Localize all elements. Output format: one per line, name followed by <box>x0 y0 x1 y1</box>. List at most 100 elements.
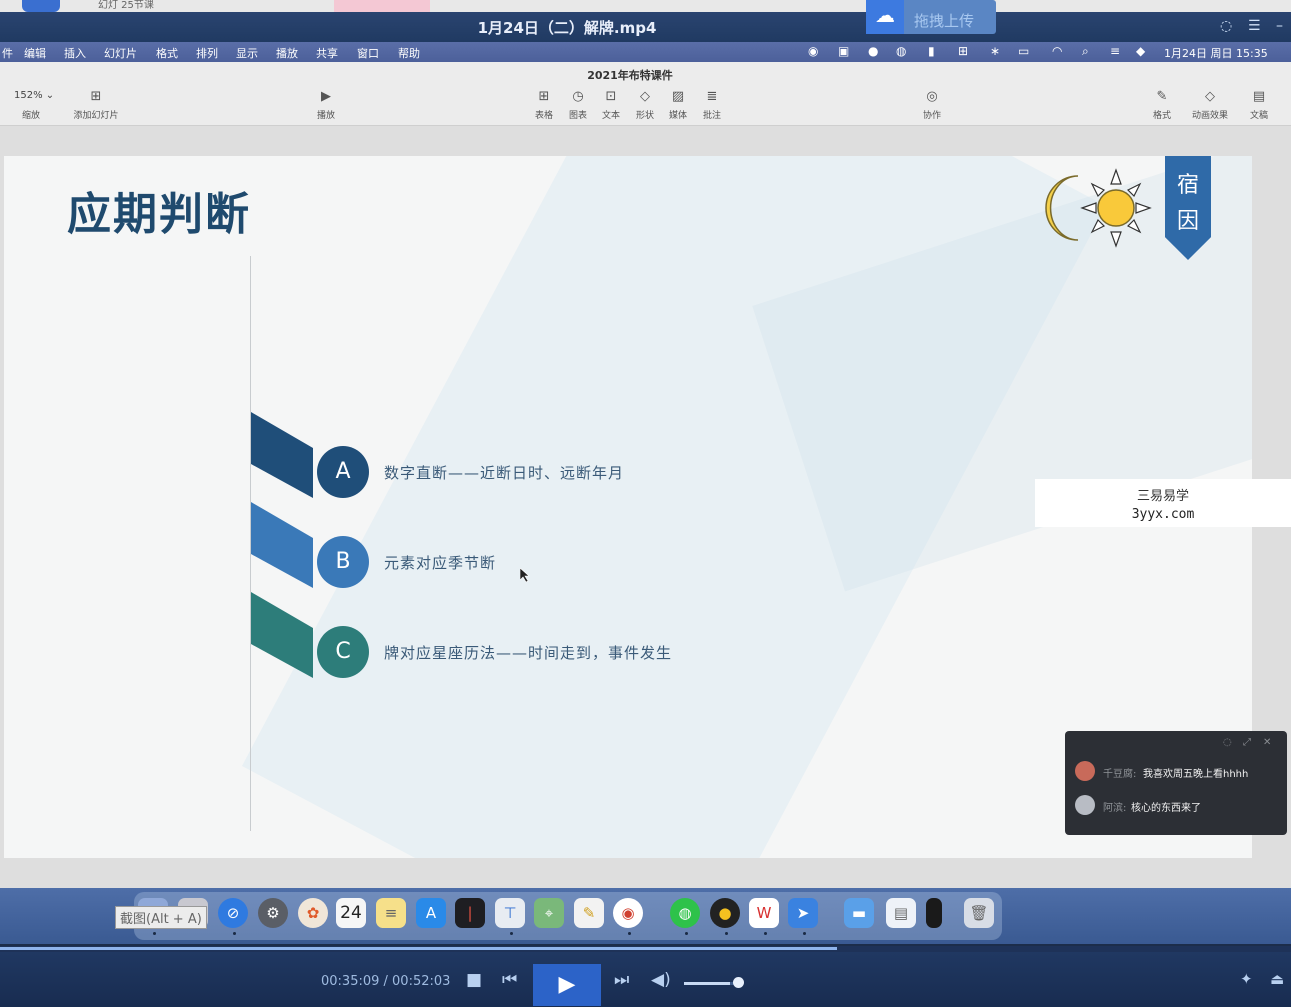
siri-icon[interactable]: ◆ <box>1136 44 1145 58</box>
chat-text: 我喜欢周五晚上看hhhh <box>1143 769 1249 780</box>
folder-icon[interactable]: ▬ <box>844 898 874 928</box>
add-slide-button[interactable]: ⊞ 添加幻灯片 <box>72 88 120 121</box>
previous-icon[interactable]: ⏮ <box>502 970 517 990</box>
menu-item-play[interactable]: 播放 <box>276 45 298 61</box>
menu-item-arrange[interactable]: 排列 <box>196 45 218 61</box>
pages-icon[interactable]: ✎ <box>574 898 604 928</box>
volume-slider[interactable] <box>684 982 738 985</box>
chat-bubble-icon[interactable]: ◌ <box>1220 18 1232 34</box>
wps-status-icon[interactable]: ▣ <box>838 44 849 58</box>
menu-item-view[interactable]: 显示 <box>236 45 258 61</box>
system-preferences-icon[interactable]: ⚙ <box>258 898 288 928</box>
close-icon[interactable]: ✕ <box>1263 737 1271 748</box>
calendar-icon[interactable]: 24 <box>336 898 366 928</box>
play-button[interactable]: ▶ <box>533 964 601 1006</box>
wifi-icon[interactable]: ◠ <box>1052 44 1062 58</box>
notes-icon[interactable]: ≡ <box>376 898 406 928</box>
watermark-box: 三易易学 3yyx.com <box>1035 479 1291 527</box>
play-icon: ▶ <box>321 89 331 104</box>
pink-tab[interactable] <box>334 0 430 12</box>
photos-icon[interactable]: ✿ <box>298 898 328 928</box>
wps-icon[interactable]: W <box>749 898 779 928</box>
minimize-icon[interactable]: – <box>1276 18 1283 34</box>
preview-icon[interactable]: ▤ <box>886 898 916 928</box>
avatar[interactable] <box>1075 761 1095 781</box>
settings-icon[interactable]: ◌ <box>1223 737 1232 748</box>
chat-message: 千豆腐: 我喜欢周五晚上看hhhh <box>1075 761 1285 783</box>
qq-status-icon[interactable]: ● <box>868 44 878 58</box>
menu-item-slide[interactable]: 幻灯片 <box>104 45 137 61</box>
wechat-icon[interactable]: ◍ <box>670 898 700 928</box>
playlist-icon[interactable]: ☰ <box>1248 18 1261 34</box>
format-label: 格式 <box>1152 111 1171 121</box>
menu-item-edit[interactable]: 编辑 <box>24 45 46 61</box>
menu-item-window[interactable]: 窗口 <box>357 45 379 61</box>
safari-icon[interactable]: ⊘ <box>218 898 248 928</box>
menu-item-format[interactable]: 格式 <box>156 45 178 61</box>
volume-knob[interactable] <box>733 977 744 988</box>
expand-icon[interactable]: ⤢ <box>1243 737 1251 748</box>
format-button[interactable]: ✎ 格式 <box>1142 88 1182 121</box>
zoom-label: 缩放 <box>22 111 41 121</box>
add-slide-label: 添加幻灯片 <box>73 111 119 121</box>
menu-clock[interactable]: 1月24日 周日 15:35 <box>1164 45 1268 61</box>
avatar[interactable] <box>1075 795 1095 815</box>
battery-icon[interactable]: ▭ <box>1018 44 1029 58</box>
background-tab-title[interactable]: 幻灯 25节课 <box>98 0 154 12</box>
grid-status-icon[interactable]: ⊞ <box>958 44 968 58</box>
instruments-icon[interactable]: | <box>455 898 485 928</box>
stop-icon[interactable]: ■ <box>466 970 482 990</box>
play-slideshow-button[interactable]: ▶ 播放 <box>306 88 346 121</box>
chat-sender: 千豆腐: <box>1103 769 1137 780</box>
menu-item-insert[interactable]: 插入 <box>64 45 86 61</box>
running-indicator <box>685 932 688 935</box>
phone-icon[interactable] <box>926 898 942 928</box>
option-c[interactable]: C 牌对应星座历法——时间走到，事件发生 <box>251 592 851 688</box>
menu-item-help[interactable]: 帮助 <box>398 45 420 61</box>
add-slide-icon: ⊞ <box>90 89 102 104</box>
running-indicator <box>764 932 767 935</box>
slide-title: 应期判断 <box>67 189 251 240</box>
feishu-icon[interactable]: ➤ <box>788 898 818 928</box>
play-label: 播放 <box>316 111 335 121</box>
comment-tool-button[interactable]: ≣ 批注 <box>692 88 732 121</box>
eject-icon[interactable]: ⏏ <box>1270 970 1284 988</box>
collaborate-button[interactable]: ◎ 协作 <box>912 88 952 121</box>
menu-item-file[interactable]: 件 <box>2 45 13 61</box>
document-label: 文稿 <box>1249 111 1268 121</box>
calendar-day: 24 <box>340 903 362 923</box>
tools-icon[interactable]: ✦ <box>1240 970 1253 988</box>
upload-button[interactable]: ☁ 拖拽上传 <box>866 0 996 34</box>
app-store-icon[interactable]: A <box>416 898 446 928</box>
spotlight-icon[interactable]: ⌕ <box>1082 44 1089 59</box>
control-center-icon[interactable]: ≡ <box>1110 44 1120 58</box>
mouse-cursor-icon <box>520 568 530 582</box>
chat-message: 阿滨: 核心的东西来了 <box>1075 795 1285 817</box>
menu-item-share[interactable]: 共享 <box>316 45 338 61</box>
app-icon-tab[interactable] <box>22 0 60 12</box>
option-a-text: 数字直断——近断日时、远断年月 <box>384 464 625 482</box>
trash-icon[interactable]: 🗑 <box>964 898 994 928</box>
zoom-select[interactable]: 152% ⌄ <box>14 90 54 101</box>
option-b[interactable]: B 元素对应季节断 <box>251 502 851 598</box>
option-a[interactable]: A 数字直断——近断日时、远断年月 <box>251 412 851 508</box>
wechat-status-icon[interactable]: ◍ <box>896 44 906 58</box>
keynote-icon[interactable]: ⊤ <box>495 898 525 928</box>
animate-button[interactable]: ◇ 动画效果 <box>1188 88 1232 121</box>
chat-sender: 阿滨: <box>1103 803 1127 814</box>
status-app-icon[interactable]: ◉ <box>808 44 818 58</box>
volume-icon[interactable]: ◀) <box>651 970 671 990</box>
screenshot-tooltip: 截图(Alt + A) <box>115 906 207 929</box>
collaborate-icon: ◎ <box>926 89 938 104</box>
qq-icon[interactable]: ● <box>710 898 740 928</box>
option-a-letter: A <box>317 446 369 498</box>
next-icon[interactable]: ⏭ <box>614 970 629 990</box>
animate-label: 动画效果 <box>1191 111 1228 121</box>
chrome-icon[interactable]: ◉ <box>613 898 643 928</box>
notification-icon[interactable]: ▮ <box>928 44 935 58</box>
maps-icon[interactable]: ⌖ <box>534 898 564 928</box>
document-button[interactable]: ▤ 文稿 <box>1239 88 1279 121</box>
progress-fill <box>0 947 837 950</box>
running-indicator <box>803 932 806 935</box>
bluetooth-icon[interactable]: ∗ <box>990 44 1000 58</box>
